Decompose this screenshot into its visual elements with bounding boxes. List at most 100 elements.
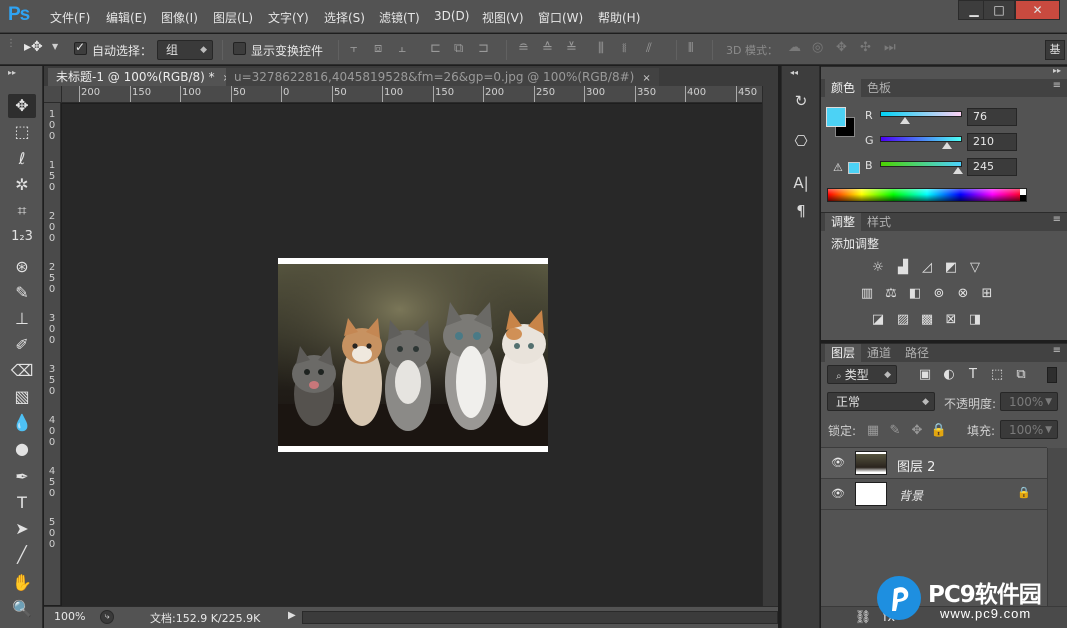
spot-healing-tool-icon[interactable]: ⊛ [8, 255, 36, 279]
panel-menu-icon[interactable]: ≡ [1053, 214, 1061, 225]
layer-filter-dropdown[interactable]: ⌕ 类型 ◆ [827, 365, 897, 384]
auto-align-icon[interactable]: ⫴ [688, 41, 693, 56]
vibrance-icon[interactable]: ▽ [965, 259, 985, 277]
menu-image[interactable]: 图像(I) [161, 9, 198, 26]
web-safe-swatch[interactable] [848, 162, 860, 174]
auto-select-dropdown[interactable]: 组 ◆ [157, 40, 213, 60]
history-brush-tool-icon[interactable]: ✐ [8, 333, 36, 357]
magic-wand-tool-icon[interactable]: ✲ [8, 173, 36, 197]
visibility-eye-icon[interactable]: 👁 [831, 456, 845, 469]
dodge-tool-icon[interactable]: ● [8, 437, 36, 461]
maximize-button[interactable]: □ [983, 0, 1015, 20]
expand-arrows-icon[interactable]: ▸▸ [1053, 66, 1061, 75]
auto-select-checkbox[interactable] [74, 40, 87, 55]
show-transform-checkbox[interactable] [233, 42, 246, 55]
filter-pixel-icon[interactable]: ▣ [915, 366, 935, 384]
blend-mode-dropdown[interactable]: 正常 ◆ [827, 392, 935, 411]
layer-row-background[interactable]: 👁 背景 🔒 [821, 479, 1047, 510]
menu-edit[interactable]: 编辑(E) [106, 9, 147, 26]
distribute-hcenter-icon[interactable]: ⧛ [622, 41, 627, 56]
horizontal-ruler[interactable]: 200 150 100 50 0 50 100 150 200 250 300 … [62, 86, 762, 103]
filter-type-icon[interactable]: T [963, 366, 983, 384]
collapse-arrows-icon[interactable]: ▸▸ [8, 68, 16, 77]
tab-adjustments[interactable]: 调整 [825, 213, 862, 231]
lock-pixels-icon[interactable]: ✎ [885, 422, 905, 440]
vertical-scrollbar[interactable] [762, 86, 778, 606]
align-left-icon[interactable]: ⊏ [430, 41, 441, 56]
paragraph-panel-icon[interactable]: ¶ [788, 198, 814, 224]
filter-toggle[interactable] [1047, 367, 1057, 383]
b-slider[interactable] [880, 161, 962, 167]
align-right-icon[interactable]: ⊐ [478, 41, 489, 56]
curves-icon[interactable]: ◿ [917, 259, 937, 277]
crop-tool-icon[interactable]: ⌗ [8, 199, 36, 223]
ruler-origin[interactable] [44, 86, 62, 103]
brightness-contrast-icon[interactable]: ☼ [868, 259, 888, 277]
filter-shape-icon[interactable]: ⬚ [987, 366, 1007, 384]
menu-help[interactable]: 帮助(H) [598, 9, 640, 26]
move-tool-icon[interactable]: ✥ [8, 94, 36, 118]
photo-filter-icon[interactable]: ⊚ [929, 285, 949, 303]
tab-paths[interactable]: 路径 [899, 344, 935, 362]
filter-adjustment-icon[interactable]: ◐ [939, 366, 959, 384]
menu-file[interactable]: 文件(F) [50, 9, 90, 26]
tab-untitled-1[interactable]: 未标题-1 @ 100%(RGB/8) *× [48, 68, 240, 86]
color-lookup-icon[interactable]: ⊞ [977, 285, 997, 303]
menu-filter[interactable]: 滤镜(T) [379, 9, 420, 26]
menu-select[interactable]: 选择(S) [324, 9, 365, 26]
lock-all-icon[interactable]: 🔒 [929, 422, 949, 440]
status-menu-arrow-icon[interactable]: ▶ [288, 610, 296, 621]
layer-row-layer-2[interactable]: 👁 图层 2 [821, 448, 1047, 479]
chevron-down-icon[interactable]: ▼ [52, 42, 58, 51]
tab-channels[interactable]: 通道 [861, 344, 897, 362]
layer-name[interactable]: 背景 [899, 487, 923, 504]
blur-tool-icon[interactable]: 💧 [8, 411, 36, 435]
posterize-icon[interactable]: ▨ [893, 311, 913, 329]
levels-icon[interactable]: ▟ [893, 259, 913, 277]
g-value-input[interactable]: 210 [967, 133, 1017, 151]
zoom-tool-icon[interactable]: 🔍 [8, 597, 36, 621]
history-panel-icon[interactable]: ↻ [788, 88, 814, 114]
vertical-ruler[interactable]: 1 0 0 1 5 0 2 0 0 2 5 0 3 0 0 3 5 0 4 0 … [44, 103, 61, 605]
document-canvas[interactable] [278, 258, 548, 452]
channel-mixer-icon[interactable]: ⊗ [953, 285, 973, 303]
align-vcenter-icon[interactable]: ⧈ [374, 41, 382, 56]
hue-saturation-icon[interactable]: ▥ [857, 285, 877, 303]
align-top-icon[interactable]: ⫟ [350, 41, 358, 56]
eraser-tool-icon[interactable]: ⌫ [8, 359, 36, 383]
distribute-bottom-icon[interactable]: ≚ [566, 41, 577, 56]
distribute-right-icon[interactable]: ⫽ [646, 41, 652, 56]
close-tab-icon[interactable]: × [642, 73, 650, 84]
menu-window[interactable]: 窗口(W) [538, 9, 583, 26]
gradient-map-icon[interactable]: ◨ [965, 311, 985, 329]
tab-layers[interactable]: 图层 [825, 344, 862, 362]
clone-stamp-tool-icon[interactable]: ⊥ [8, 307, 36, 331]
pen-tool-icon[interactable]: ✒ [8, 465, 36, 489]
fill-input[interactable]: 100% ▼ [1000, 420, 1058, 439]
lock-transparent-icon[interactable]: ▦ [863, 422, 883, 440]
gradient-tool-icon[interactable]: ▧ [8, 385, 36, 409]
menu-3d[interactable]: 3D(D) [434, 9, 469, 23]
panel-menu-icon[interactable]: ≡ [1053, 80, 1061, 91]
r-slider[interactable] [880, 111, 962, 117]
brush-tool-icon[interactable]: ✎ [8, 281, 36, 305]
b-slider-knob[interactable] [953, 167, 963, 174]
line-tool-icon[interactable]: ╱ [8, 543, 36, 567]
exposure-icon[interactable]: ◩ [941, 259, 961, 277]
menu-view[interactable]: 视图(V) [482, 9, 524, 26]
distribute-top-icon[interactable]: ≘ [518, 41, 529, 56]
tab-color[interactable]: 颜色 [825, 79, 862, 97]
r-slider-knob[interactable] [900, 117, 910, 124]
link-layers-icon[interactable]: ⛓ [853, 609, 873, 627]
horizontal-scrollbar[interactable] [302, 611, 778, 624]
tab-jpg-document[interactable]: u=3278622816,4045819528&fm=26&gp=0.jpg @… [226, 68, 659, 86]
expand-arrows-icon[interactable]: ◂◂ [790, 68, 798, 77]
lasso-tool-icon[interactable]: ℓ [8, 147, 36, 171]
menu-layer[interactable]: 图层(L) [213, 9, 253, 26]
canvas-area[interactable] [62, 104, 762, 606]
tab-swatches[interactable]: 色板 [861, 79, 897, 97]
color-ramp[interactable] [827, 188, 1027, 202]
close-button[interactable]: ✕ [1015, 0, 1060, 20]
filter-smart-object-icon[interactable]: ⧉ [1011, 366, 1031, 384]
threshold-icon[interactable]: ▩ [917, 311, 937, 329]
